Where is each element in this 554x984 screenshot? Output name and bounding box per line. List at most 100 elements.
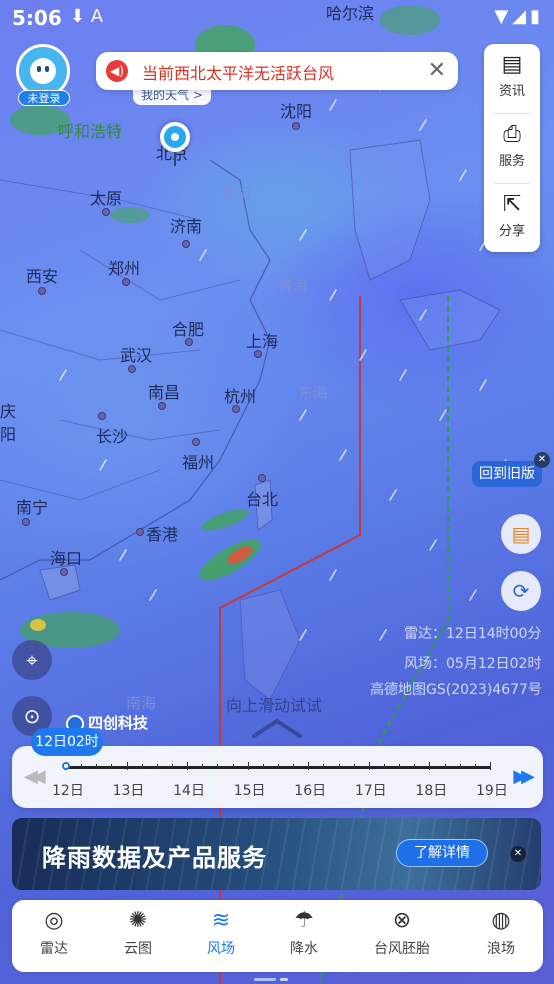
city-label: 武汉: [120, 346, 153, 365]
city-dot: [38, 287, 46, 295]
wave-icon: ◍: [491, 908, 511, 933]
chevron-up-icon[interactable]: [252, 718, 302, 738]
side-item-share[interactable]: ⇱ 分享: [484, 184, 540, 253]
city-label: 福州: [182, 453, 215, 472]
wind-icon: ≋: [211, 908, 231, 933]
timeline-tick: [429, 762, 431, 770]
satellite-icon: ✺: [128, 908, 148, 933]
close-icon[interactable]: ✕: [428, 58, 446, 83]
timeline-tick: [353, 764, 355, 769]
location-pin-icon[interactable]: [160, 122, 190, 152]
typhoon-embryo-icon: ⊗: [392, 908, 412, 933]
city-label: 阳: [0, 425, 17, 444]
city-label: 杭州: [224, 387, 257, 406]
login-status-badge[interactable]: 未登录: [18, 90, 70, 106]
crosshair-icon: ⌖: [26, 648, 38, 672]
timeline-tick: [368, 762, 370, 770]
timeline-tick: [202, 764, 204, 769]
timeline-day-label[interactable]: 17日: [355, 780, 387, 800]
tab-wave[interactable]: ◍ 浪场: [461, 908, 541, 958]
refresh-icon: ⟳: [512, 579, 530, 603]
tab-precipitation[interactable]: ☂ 降水: [264, 908, 344, 958]
side-item-service[interactable]: ⎙ 服务: [484, 114, 540, 183]
back-to-old-version-button[interactable]: 回到旧版: [472, 461, 542, 487]
tab-label: 雷达: [40, 941, 68, 957]
city-dot: [192, 438, 200, 446]
timeline-tick: [187, 762, 189, 770]
notification-icons: ⬇ A: [70, 6, 104, 27]
tab-typhoon-embryo[interactable]: ⊗ 台风胚胎: [362, 908, 442, 958]
city-dot: [60, 568, 68, 576]
sea-label: 东海: [298, 384, 329, 402]
close-icon[interactable]: ✕: [510, 846, 526, 862]
side-item-label: 资讯: [498, 84, 525, 99]
timeline-tick: [490, 762, 491, 770]
status-time: 5:06: [12, 6, 62, 30]
target-icon: ⊙: [23, 704, 41, 728]
timeline-tick: [323, 764, 325, 769]
timeline-day-label[interactable]: 14日: [173, 780, 205, 800]
city-label: 庆: [0, 402, 17, 421]
timeline-tick: [126, 762, 128, 770]
timeline-day-label[interactable]: 18日: [415, 780, 447, 800]
tab-radar[interactable]: ◎ 雷达: [14, 908, 94, 958]
tab-wind[interactable]: ≋ 风场: [181, 908, 261, 958]
city-label: 香港: [146, 525, 179, 544]
city-dot: [136, 528, 144, 536]
next-icon[interactable]: ▶▶: [513, 766, 535, 787]
previous-icon[interactable]: ◀◀: [24, 766, 46, 787]
tab-label: 风场: [207, 941, 235, 957]
tab-satellite[interactable]: ✺ 云图: [98, 908, 178, 958]
city-label: 沈阳: [280, 102, 313, 121]
wind-time-text: 风场：05月12日02时: [404, 656, 542, 672]
land-philippines: [239, 589, 301, 701]
timeline-tick: [141, 764, 143, 769]
city-dot: [102, 208, 110, 216]
city-label: 西安: [26, 267, 59, 286]
slide-up-hint: 向上滑动试试: [226, 696, 323, 715]
timeline-tick: [172, 764, 173, 769]
side-menu: ▤ 资讯 ⎙ 服务 ⇱ 分享: [484, 44, 540, 252]
timeline-tick: [384, 764, 385, 769]
location-pin-stem: [174, 152, 176, 166]
timeline-tick: [293, 764, 295, 769]
page-indicator: [254, 966, 292, 984]
sea-label: 渤海: [222, 184, 253, 202]
news-icon: ▤: [501, 52, 523, 77]
timeline-day-label[interactable]: 19日: [476, 780, 508, 800]
typhoon-notice-bar: ◀) 当前西北太平洋无活跃台风 ✕: [96, 52, 458, 90]
learn-more-button[interactable]: 了解详情: [396, 839, 488, 867]
timeline-tick: [111, 764, 113, 769]
side-item-news[interactable]: ▤ 资讯: [484, 44, 540, 113]
close-icon[interactable]: ✕: [534, 452, 550, 468]
rain-cloud-icon: ☂: [294, 908, 314, 933]
timeline-tick: [81, 764, 83, 769]
city-dot: [158, 402, 166, 410]
city-dot: [98, 412, 106, 420]
timeline-day-label[interactable]: 16日: [294, 780, 326, 800]
map-license-text: 高德地图GS(2023)4677号: [370, 682, 542, 698]
city-dot: [254, 350, 262, 358]
city-label: 上海: [246, 332, 279, 351]
city-label: 台北: [246, 490, 279, 509]
timeline-day-label[interactable]: 12日: [52, 780, 84, 800]
city-label: 南昌: [148, 383, 181, 402]
refresh-button[interactable]: ⟳: [501, 571, 541, 611]
city-dot: [232, 405, 240, 413]
layers-button[interactable]: ▤: [501, 514, 541, 554]
city-dot: [258, 474, 266, 482]
locate-button[interactable]: ⌖: [12, 640, 52, 680]
tab-label: 台风胚胎: [374, 941, 430, 957]
land-korea: [349, 139, 431, 281]
time-slider-handle[interactable]: [62, 762, 70, 770]
timeline-day-label[interactable]: 15日: [234, 780, 266, 800]
timeline-tick: [308, 762, 310, 770]
promo-banner[interactable]: 降雨数据及产品服务 了解详情 ✕: [12, 818, 541, 890]
signal-battery-icons: ▼◢▮: [494, 6, 544, 27]
city-dot: [292, 122, 300, 130]
timeline-tick: [278, 764, 279, 769]
radar-icon: ◎: [44, 908, 64, 933]
timeline-tick: [338, 764, 340, 769]
timeline-day-label[interactable]: 13日: [113, 780, 145, 800]
avatar-face-icon: [30, 58, 56, 84]
